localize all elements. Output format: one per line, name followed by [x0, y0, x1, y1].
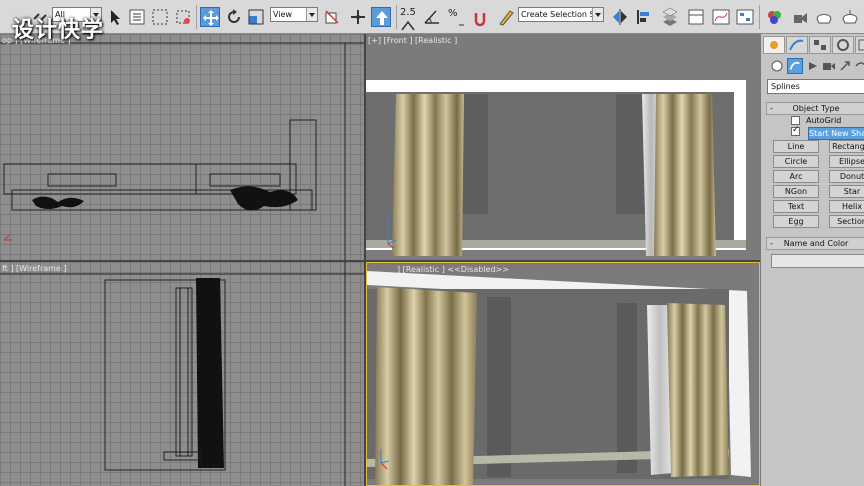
toolbar-separator [759, 5, 760, 29]
autogrid-label: AutoGrid [806, 116, 842, 125]
arc-shape-button[interactable]: Arc [773, 170, 819, 183]
ellipse-shape-button[interactable]: Ellipse [829, 155, 864, 168]
spinner-snap-toggle-icon[interactable] [470, 7, 490, 27]
schematic-view-icon[interactable] [735, 7, 755, 27]
window-crossing-icon[interactable] [173, 7, 193, 27]
autogrid-checkbox[interactable] [791, 116, 800, 125]
motion-tab-icon[interactable] [832, 36, 854, 54]
object-name-field[interactable] [771, 254, 864, 268]
viewport-front[interactable]: [+] [Front ] [Realistic ] [366, 34, 760, 260]
viewport-top[interactable]: op ] [Wireframe ] [0, 34, 364, 260]
angle-snap-toggle-icon[interactable] [422, 7, 442, 27]
egg-shape-button[interactable]: Egg [773, 215, 819, 228]
chevron-down-icon [592, 8, 603, 21]
keyboard-shortcut-override-icon[interactable] [371, 7, 391, 27]
rectangle-shape-button[interactable]: Rectangle [829, 140, 864, 153]
object-type-title: Object Type [792, 104, 840, 113]
collapse-icon: - [770, 239, 773, 248]
object-category-dropdown[interactable]: Splines [767, 79, 864, 94]
material-editor-icon[interactable] [764, 7, 784, 27]
render-setup-icon[interactable] [790, 7, 810, 27]
text-shape-button[interactable]: Text [773, 200, 819, 213]
edit-named-selection-icon[interactable] [496, 7, 516, 27]
curve-editor-icon[interactable] [711, 7, 731, 27]
perspective-scene [367, 271, 751, 485]
select-and-rotate-icon[interactable] [224, 7, 244, 27]
command-panel: Splines - Object Type AutoGrid Start New… [760, 34, 864, 486]
space-warps-category-icon[interactable] [853, 58, 864, 74]
chevron-down-icon [306, 8, 317, 21]
percent-snap-toggle-icon[interactable] [446, 7, 466, 27]
star-shape-button[interactable]: Star [829, 185, 864, 198]
rendered-frame-window-icon[interactable] [814, 7, 834, 27]
rectangular-selection-icon[interactable] [150, 7, 170, 27]
create-tab-icon[interactable] [763, 36, 785, 54]
viewport-label[interactable]: ft ] [Wireframe ] [2, 264, 67, 273]
object-type-rollout-header[interactable]: - Object Type [766, 102, 864, 115]
toolbar-separator [396, 5, 397, 29]
select-and-scale-icon[interactable] [246, 7, 266, 27]
front-scene [366, 80, 746, 256]
geometry-category-icon[interactable] [769, 58, 785, 74]
donut-shape-button[interactable]: Donut [829, 170, 864, 183]
left-wireframe-geometry [0, 262, 364, 486]
top-wireframe-geometry [0, 42, 364, 260]
collapse-icon: - [770, 104, 773, 113]
select-object-icon[interactable] [106, 7, 126, 27]
select-by-name-icon[interactable] [127, 7, 147, 27]
helpers-category-icon[interactable] [837, 58, 853, 74]
name-and-color-rollout-header[interactable]: - Name and Color [766, 237, 864, 250]
circle-shape-button[interactable]: Circle [773, 155, 819, 168]
name-and-color-title: Name and Color [783, 239, 849, 248]
hierarchy-tab-icon[interactable] [809, 36, 831, 54]
render-production-icon[interactable] [840, 7, 860, 27]
snaps-toggle-icon[interactable] [398, 14, 418, 34]
lights-category-icon[interactable] [805, 58, 821, 74]
display-tab-icon[interactable] [855, 36, 864, 54]
main-toolbar: All View 2.5 % Create Selection Se [0, 0, 864, 34]
ngon-shape-button[interactable]: NGon [773, 185, 819, 198]
start-new-shape-checkbox[interactable] [791, 125, 800, 136]
viewport-label[interactable]: ] [Realistic ] <<Disabled>> [397, 265, 509, 274]
use-pivot-center-icon[interactable] [322, 7, 342, 27]
select-and-move-icon[interactable] [200, 7, 220, 27]
reference-coordinate-dropdown[interactable]: View [270, 7, 318, 22]
select-and-manipulate-icon[interactable] [348, 7, 368, 27]
align-icon[interactable] [634, 7, 654, 27]
shapes-category-icon[interactable] [787, 58, 803, 74]
viewport-left[interactable]: ft ] [Wireframe ] [0, 262, 364, 486]
line-shape-button[interactable]: Line [773, 140, 819, 153]
toggle-scene-explorer-icon[interactable] [660, 7, 680, 27]
viewport-perspective[interactable]: ] [Realistic ] <<Disabled>> [366, 262, 760, 486]
modify-tab-icon[interactable] [786, 36, 808, 54]
mirror-icon[interactable] [610, 7, 630, 27]
toggle-layer-explorer-icon[interactable] [686, 7, 706, 27]
viewport-label[interactable]: [+] [Front ] [Realistic ] [368, 36, 457, 45]
section-shape-button[interactable]: Section [829, 215, 864, 228]
toolbar-separator [196, 5, 197, 29]
cameras-category-icon[interactable] [821, 58, 837, 74]
watermark-logo: 设计快学 [12, 18, 105, 43]
helix-shape-button[interactable]: Helix [829, 200, 864, 213]
named-selection-sets-dropdown[interactable]: Create Selection Se [518, 7, 604, 22]
start-new-shape-button[interactable]: Start New Shape [808, 127, 864, 140]
